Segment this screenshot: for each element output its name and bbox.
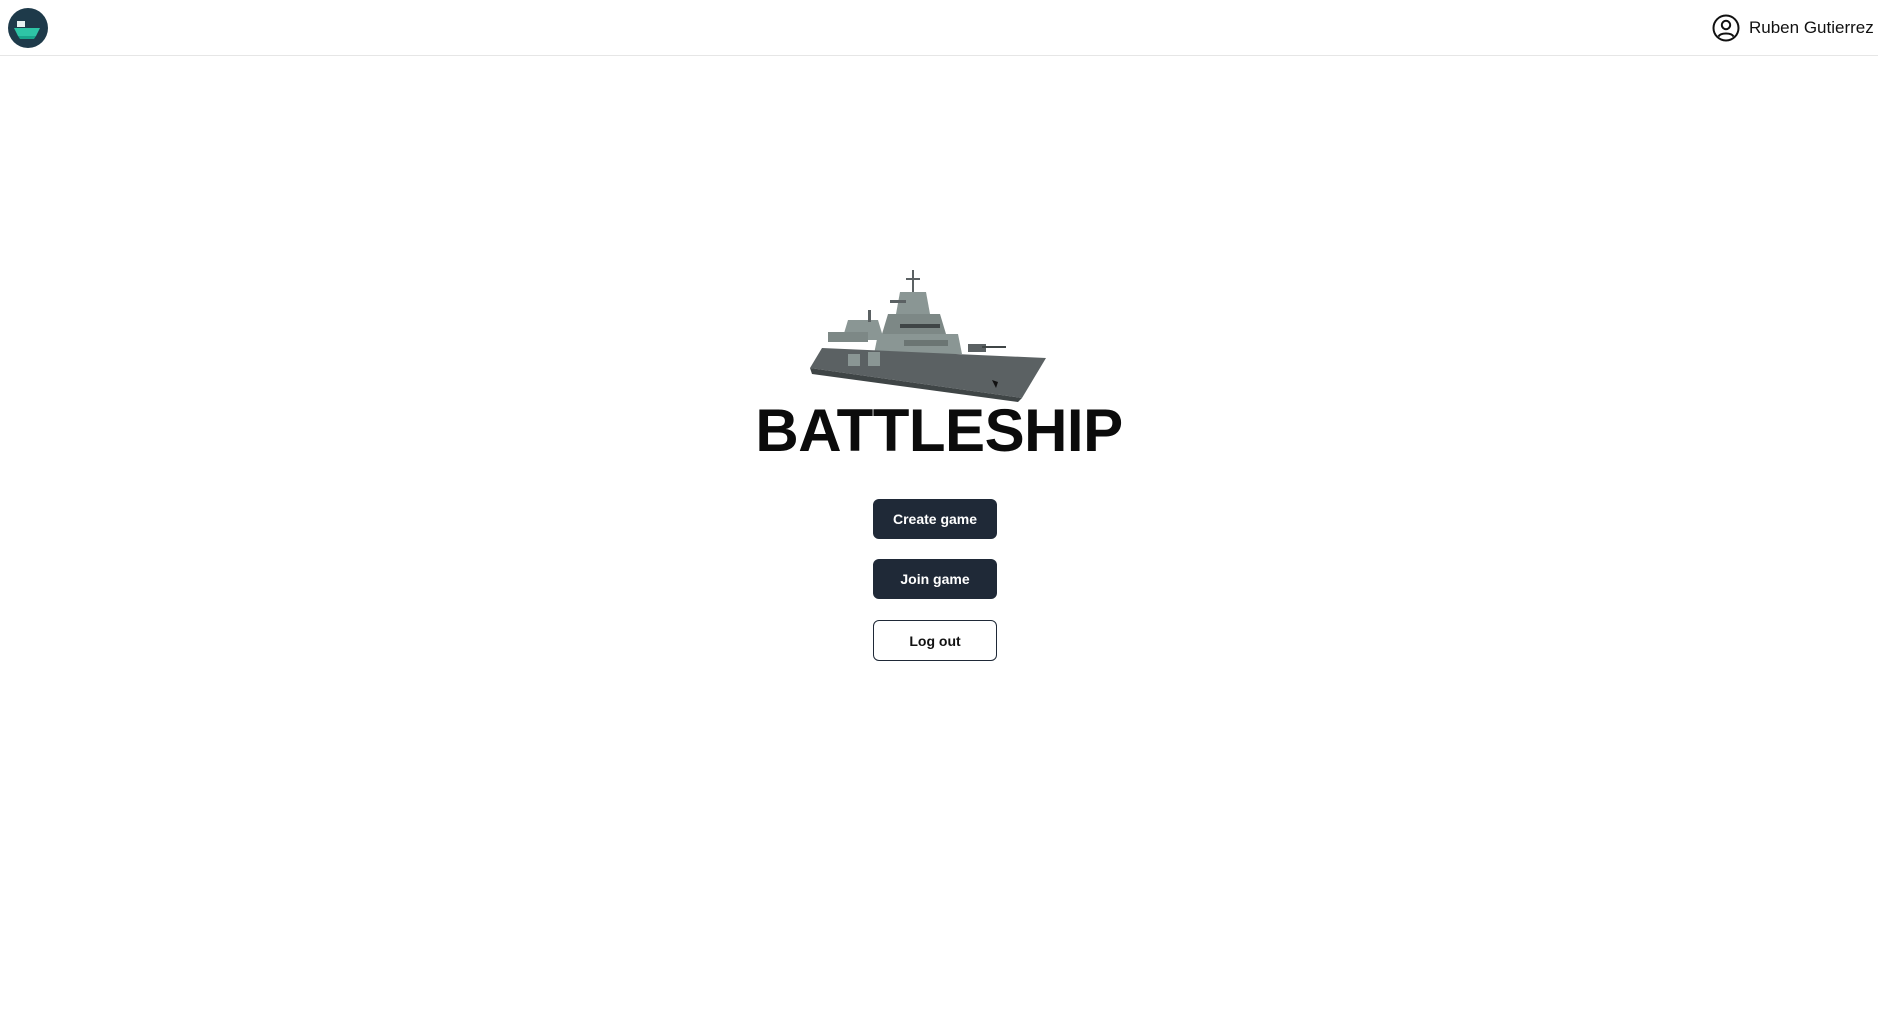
user-name: Ruben Gutierrez [1749,18,1874,37]
user-menu[interactable]: Ruben Gutierrez [1712,13,1878,43]
page-title: BATTLESHIP [755,397,1123,464]
top-navigation-bar: Ruben Gutierrez [0,0,1878,56]
user-circle-icon [1712,14,1740,42]
log-out-button[interactable]: Log out [873,620,997,661]
create-game-button[interactable]: Create game [873,499,997,539]
app-logo-icon[interactable] [8,8,48,48]
battleship-illustration [808,270,1052,402]
join-game-button[interactable]: Join game [873,559,997,599]
